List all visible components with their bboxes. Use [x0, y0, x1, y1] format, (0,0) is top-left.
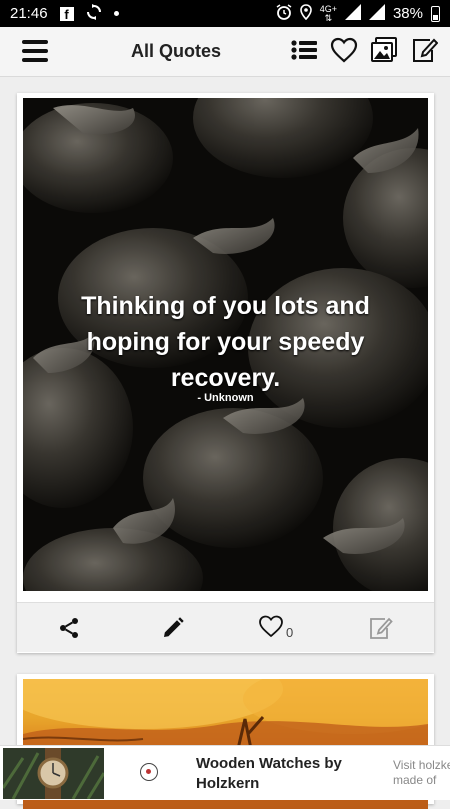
- network-label: 4G+: [319, 3, 337, 14]
- like-button[interactable]: 0: [258, 613, 293, 643]
- signal-icon: [344, 3, 361, 24]
- ad-side-line-2: made of: [393, 773, 437, 787]
- status-time: 21:46: [10, 5, 48, 22]
- pencil-icon[interactable]: [161, 613, 185, 643]
- gallery-icon[interactable]: [370, 36, 398, 64]
- edit-icon[interactable]: [410, 36, 438, 64]
- card-action-bar: 0: [17, 602, 434, 652]
- ad-side-text[interactable]: Visit holzke made of: [393, 758, 450, 788]
- share-icon[interactable]: [57, 613, 81, 643]
- facebook-icon: f: [59, 6, 74, 22]
- quote-text: Thinking of you lots and hoping for your…: [81, 292, 370, 392]
- network-type: 4G+ ⇅: [319, 3, 337, 23]
- battery-percent: 38%: [392, 5, 423, 22]
- location-icon: [299, 3, 312, 24]
- heart-outline-icon: [258, 614, 284, 643]
- ad-side-line-1: Visit holzke: [393, 758, 450, 772]
- like-count: 0: [286, 624, 294, 640]
- signal-icon-2: [368, 3, 385, 24]
- app-bar: All Quotes: [0, 27, 450, 77]
- ad-banner[interactable]: Wooden Watches by Holzkern Visit holzke …: [0, 745, 450, 800]
- alarm-icon: [276, 3, 292, 24]
- sync-icon: [86, 3, 102, 24]
- ad-title[interactable]: Wooden Watches by Holzkern: [196, 754, 366, 794]
- ad-watch-image: [3, 748, 104, 799]
- list-icon[interactable]: [290, 36, 318, 64]
- ad-brand-logo: [140, 763, 158, 781]
- quote-image[interactable]: Thinking of you lots and hoping for your…: [23, 98, 428, 591]
- notification-dot: [113, 11, 119, 16]
- quote-author: - Unknown: [197, 392, 254, 404]
- edit-note-icon[interactable]: [367, 613, 393, 643]
- quote-card: Thinking of you lots and hoping for your…: [17, 93, 434, 653]
- battery-icon: [431, 5, 440, 22]
- status-bar: 21:46 f 4G+ ⇅ 38%: [0, 0, 450, 27]
- heart-icon[interactable]: [330, 36, 358, 64]
